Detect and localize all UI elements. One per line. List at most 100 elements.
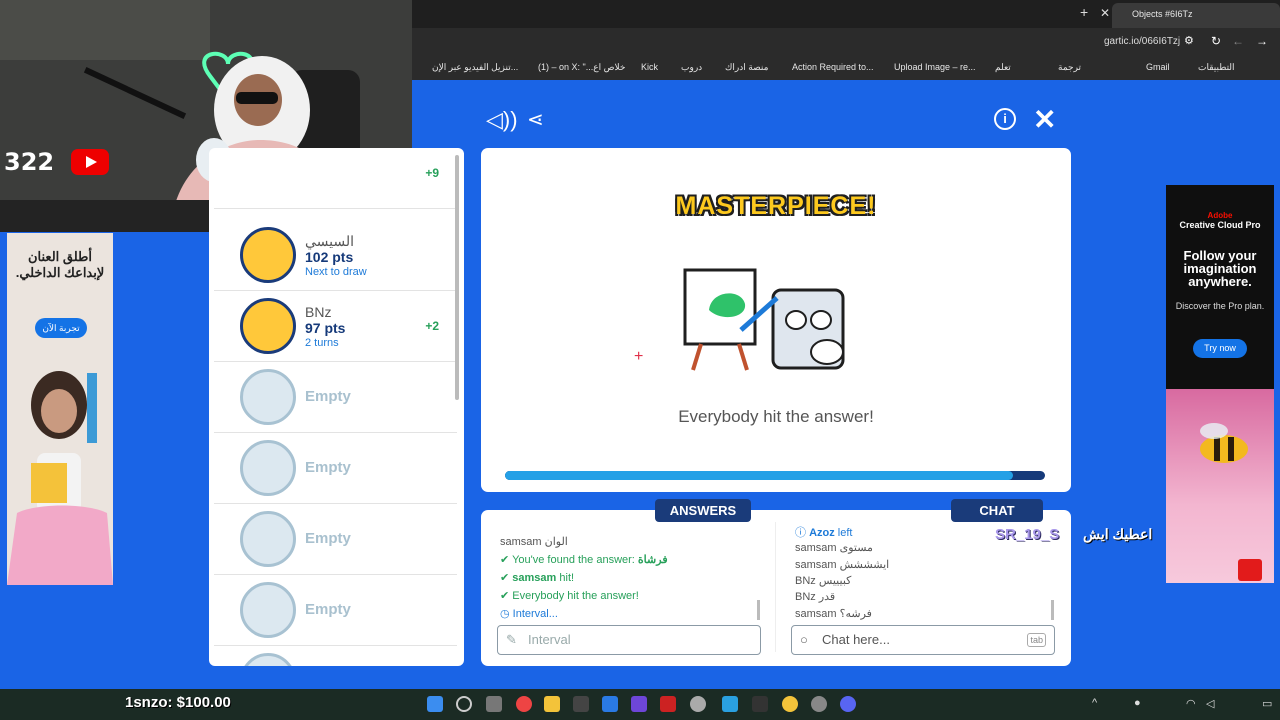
bookmark-video-download[interactable]: تنزيل الفيديو عبر الإن...: [432, 62, 518, 73]
bookmark-gmail[interactable]: Gmail: [1146, 62, 1170, 72]
bookmark-doroob[interactable]: دروب: [681, 62, 702, 73]
reload-icon[interactable]: ↻: [1211, 34, 1221, 48]
round-progress-bar: [505, 471, 1045, 480]
new-tab-icon[interactable]: +: [1080, 4, 1088, 20]
player-avatar: [240, 298, 296, 354]
obs-icon[interactable]: [573, 696, 589, 712]
round-result-message: Everybody hit the answer!: [678, 407, 874, 426]
youtube-icon: [71, 149, 109, 175]
bookmark-edraak[interactable]: منصة ادراك: [725, 62, 768, 73]
discord-icon[interactable]: [840, 696, 856, 712]
bookmark-translate[interactable]: ترجمة: [1058, 62, 1081, 73]
bookmark-x[interactable]: (1) – on X: "...خلاص اع: [538, 62, 625, 73]
chat-line: samsam ايشششش: [795, 558, 889, 571]
bookmark-upload-image[interactable]: Upload Image – re...: [894, 62, 976, 72]
info-icon[interactable]: i: [994, 108, 1016, 130]
chrome-icon[interactable]: [516, 696, 532, 712]
wifi-icon[interactable]: ◠: [1186, 697, 1196, 710]
clock-icon: ◷: [500, 608, 510, 620]
chat-text: كبيييس: [818, 575, 852, 587]
left-ad-image: [7, 371, 113, 585]
empty-avatar-icon: [240, 440, 296, 496]
app2-icon[interactable]: [690, 696, 706, 712]
player-row[interactable]: السيسي 102 pts Next to draw: [214, 220, 457, 291]
player-name: السيسي: [305, 233, 355, 249]
file-explorer-icon[interactable]: [544, 696, 560, 712]
windows-start-icon[interactable]: [427, 696, 443, 712]
viewer-count: 322: [4, 148, 55, 176]
bookmarks-bar: التطبيقات Gmail ترجمة تعلم Upload Image …: [412, 55, 1280, 80]
answers-header: ANSWERS: [655, 499, 751, 522]
round-progress-fill: [505, 471, 1013, 480]
app3-icon[interactable]: [752, 696, 768, 712]
close-icon[interactable]: ✕: [1033, 103, 1056, 136]
chat-text: قدر: [818, 591, 836, 603]
forward-icon[interactable]: →: [1256, 34, 1268, 48]
app5-icon[interactable]: [811, 696, 827, 712]
left-advertisement[interactable]: أطلق العنان لإبداعك الداخلي. تجربة الآن: [7, 233, 113, 585]
tab-close-icon[interactable]: ✕: [1100, 6, 1110, 20]
chat-text: فرشه؟: [839, 608, 872, 620]
right-advertisement[interactable]: Adobe Creative Cloud Pro Follow your imag…: [1166, 185, 1274, 583]
media-app-icon[interactable]: [660, 696, 676, 712]
empty-avatar-icon: [240, 511, 296, 567]
check-icon: ✔: [500, 554, 510, 566]
drawing-board: MASTERPIECE! + Everybody hit the answer!: [481, 148, 1071, 492]
stream-chat-user: SR_19_S: [995, 526, 1060, 543]
player-name: BNz: [305, 304, 332, 320]
chat-user: samsam: [795, 608, 837, 620]
app4-icon[interactable]: [782, 696, 798, 712]
ad-try-now-button[interactable]: Try now: [1193, 339, 1247, 358]
chat-input-placeholder: Chat here...: [822, 632, 890, 647]
chat-line: BNz قدر: [795, 590, 835, 603]
telegram-icon[interactable]: [722, 696, 738, 712]
chat-input[interactable]: ○ Chat here... tab: [791, 625, 1055, 655]
bookmark-apps[interactable]: التطبيقات: [1198, 62, 1235, 73]
answer-line: ◷ Interval...: [500, 607, 558, 620]
answer-line: samsam الوان: [500, 535, 568, 548]
answer-line: ✔ You've found the answer: فرشاة: [500, 553, 668, 566]
chat-user: BNz: [795, 575, 816, 587]
chat-line: BNz كبيييس: [795, 574, 851, 587]
viewer-counter: 322: [0, 146, 110, 176]
found-answer-word: فرشاة: [637, 554, 668, 566]
player-row[interactable]: +9: [214, 148, 457, 209]
left-ad-button[interactable]: تجربة الآن: [35, 318, 87, 338]
bookmark-kick[interactable]: Kick: [641, 62, 658, 72]
answer-input[interactable]: ✎ Interval: [497, 625, 761, 655]
answer-text: Everybody hit the answer!: [512, 590, 639, 602]
store-icon[interactable]: [602, 696, 618, 712]
sound-icon[interactable]: ◁)): [486, 107, 518, 133]
notification-icon[interactable]: ▭: [1262, 697, 1272, 710]
back-icon[interactable]: ←: [1232, 34, 1244, 48]
stream-donation-label: 1snzo: $100.00: [125, 694, 231, 711]
answer-text: الوان: [544, 536, 568, 548]
players-scrollbar[interactable]: [455, 155, 459, 400]
check-icon: ✔: [500, 572, 510, 584]
browser-tab[interactable]: Objects #6I6Tz: [1112, 3, 1280, 28]
microphone-icon[interactable]: ●: [1134, 697, 1141, 709]
players-panel: +9 السيسي 102 pts Next to draw BNz 97 pt…: [209, 148, 464, 666]
bookmark-learn[interactable]: تعلم: [995, 62, 1011, 73]
answers-scrollbar[interactable]: [757, 600, 760, 620]
empty-slot: Empty: [214, 575, 457, 646]
bee-illustration: [1200, 423, 1262, 581]
tab-title: Objects #6I6Tz: [1132, 9, 1193, 19]
player-bonus: +9: [425, 166, 439, 180]
task-view-icon[interactable]: [486, 696, 502, 712]
bookmark-action-required[interactable]: Action Required to...: [792, 62, 874, 72]
player-row[interactable]: BNz 97 pts 2 turns +2: [214, 291, 457, 362]
app-icon[interactable]: [631, 696, 647, 712]
empty-slot: Empty: [214, 362, 457, 433]
site-settings-icon[interactable]: ⚙: [1184, 34, 1194, 47]
url-text[interactable]: gartic.io/066I6Tzj: [1104, 36, 1180, 47]
chat-text: مستوى: [839, 542, 873, 554]
tray-chevron-icon[interactable]: ^: [1092, 697, 1097, 709]
volume-icon[interactable]: ◁: [1206, 697, 1214, 710]
empty-label: Empty: [305, 459, 351, 476]
share-icon[interactable]: ⋖: [527, 107, 544, 132]
panel-divider: [775, 522, 776, 652]
ad-subtext: Discover the Pro plan.: [1175, 301, 1265, 311]
chat-scrollbar[interactable]: [1051, 600, 1054, 620]
search-taskbar-icon[interactable]: [456, 696, 472, 712]
